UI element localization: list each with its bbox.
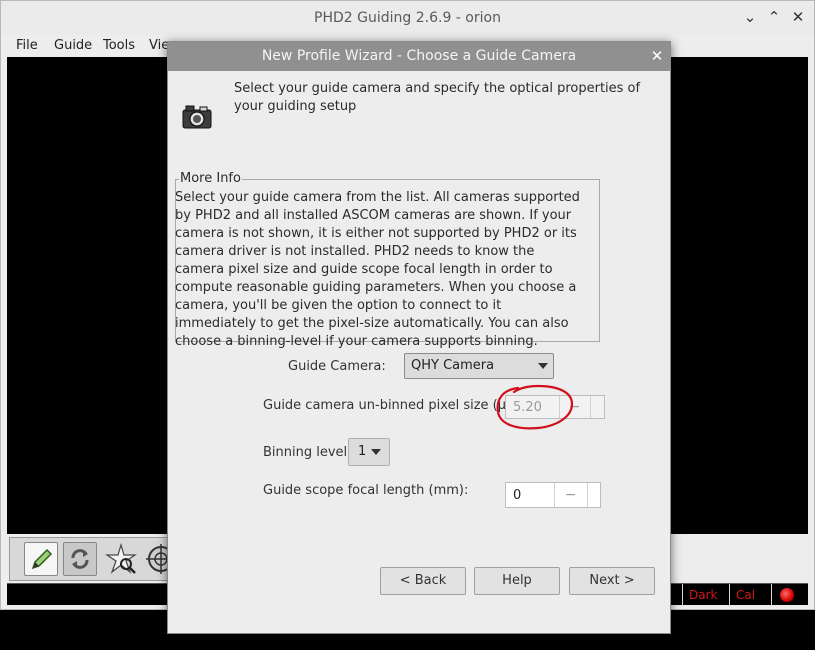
guide-camera-label: Guide Camera: — [288, 359, 386, 374]
focal-length-label: Guide scope focal length (mm): — [263, 483, 469, 498]
loop-icon — [71, 549, 89, 569]
binning-label: Binning level: — [263, 445, 352, 460]
focal-length-spinner[interactable]: 0 − — [505, 482, 601, 508]
loop-button[interactable] — [63, 542, 97, 576]
focal-length-increment[interactable] — [587, 483, 600, 507]
pencil-button[interactable] — [24, 542, 58, 576]
chevron-down-icon — [371, 449, 381, 455]
dialog-titlebar: New Profile Wizard - Choose a Guide Came… — [168, 42, 670, 71]
chevron-down-icon — [538, 363, 548, 369]
toolbar — [9, 537, 170, 581]
intro-text: Select your guide camera and specify the… — [234, 81, 641, 114]
guide-camera-value: QHY Camera — [411, 358, 495, 373]
more-info-group: More Info Select your guide camera from … — [175, 171, 600, 349]
main-titlebar: PHD2 Guiding 2.6.9 - orion ⌄ ⌃ ✕ — [1, 1, 814, 35]
guide-camera-select[interactable]: QHY Camera — [404, 353, 554, 379]
menu-guide[interactable]: Guide — [54, 38, 92, 53]
close-button[interactable]: ✕ — [790, 9, 806, 25]
binning-select[interactable]: 1 — [348, 438, 390, 466]
menu-tools[interactable]: Tools — [103, 38, 135, 53]
pixel-size-increment[interactable] — [590, 396, 604, 418]
next-button[interactable]: Next > — [569, 567, 655, 595]
menu-file[interactable]: File — [16, 38, 38, 53]
more-info-label: More Info — [179, 171, 242, 187]
maximize-button[interactable]: ⌃ — [766, 9, 782, 25]
focal-length-decrement[interactable]: − — [554, 483, 586, 507]
back-button[interactable]: < Back — [380, 567, 466, 595]
dialog-close-button[interactable]: ✕ — [649, 48, 665, 64]
binning-value: 1 — [358, 444, 367, 459]
star-button[interactable] — [104, 542, 138, 576]
red-circle-annotation — [496, 384, 574, 430]
window-title: PHD2 Guiding 2.6.9 - orion — [314, 10, 501, 26]
status-led-icon — [780, 588, 794, 602]
new-profile-wizard-dialog: New Profile Wizard - Choose a Guide Came… — [167, 41, 671, 634]
dialog-title: New Profile Wizard - Choose a Guide Came… — [261, 48, 577, 64]
focal-length-value[interactable]: 0 — [513, 488, 521, 503]
camera-icon — [182, 105, 212, 129]
more-info-text: Select your guide camera from the list. … — [175, 190, 580, 349]
pencil-icon — [31, 548, 53, 570]
pixel-size-label: Guide camera un-binned pixel size (µm): — [263, 398, 529, 413]
minimize-button[interactable]: ⌄ — [742, 9, 758, 25]
status-cal: Cal — [729, 584, 769, 606]
star-icon — [105, 542, 137, 574]
status-dark: Dark — [682, 584, 727, 606]
help-button[interactable]: Help — [474, 567, 560, 595]
